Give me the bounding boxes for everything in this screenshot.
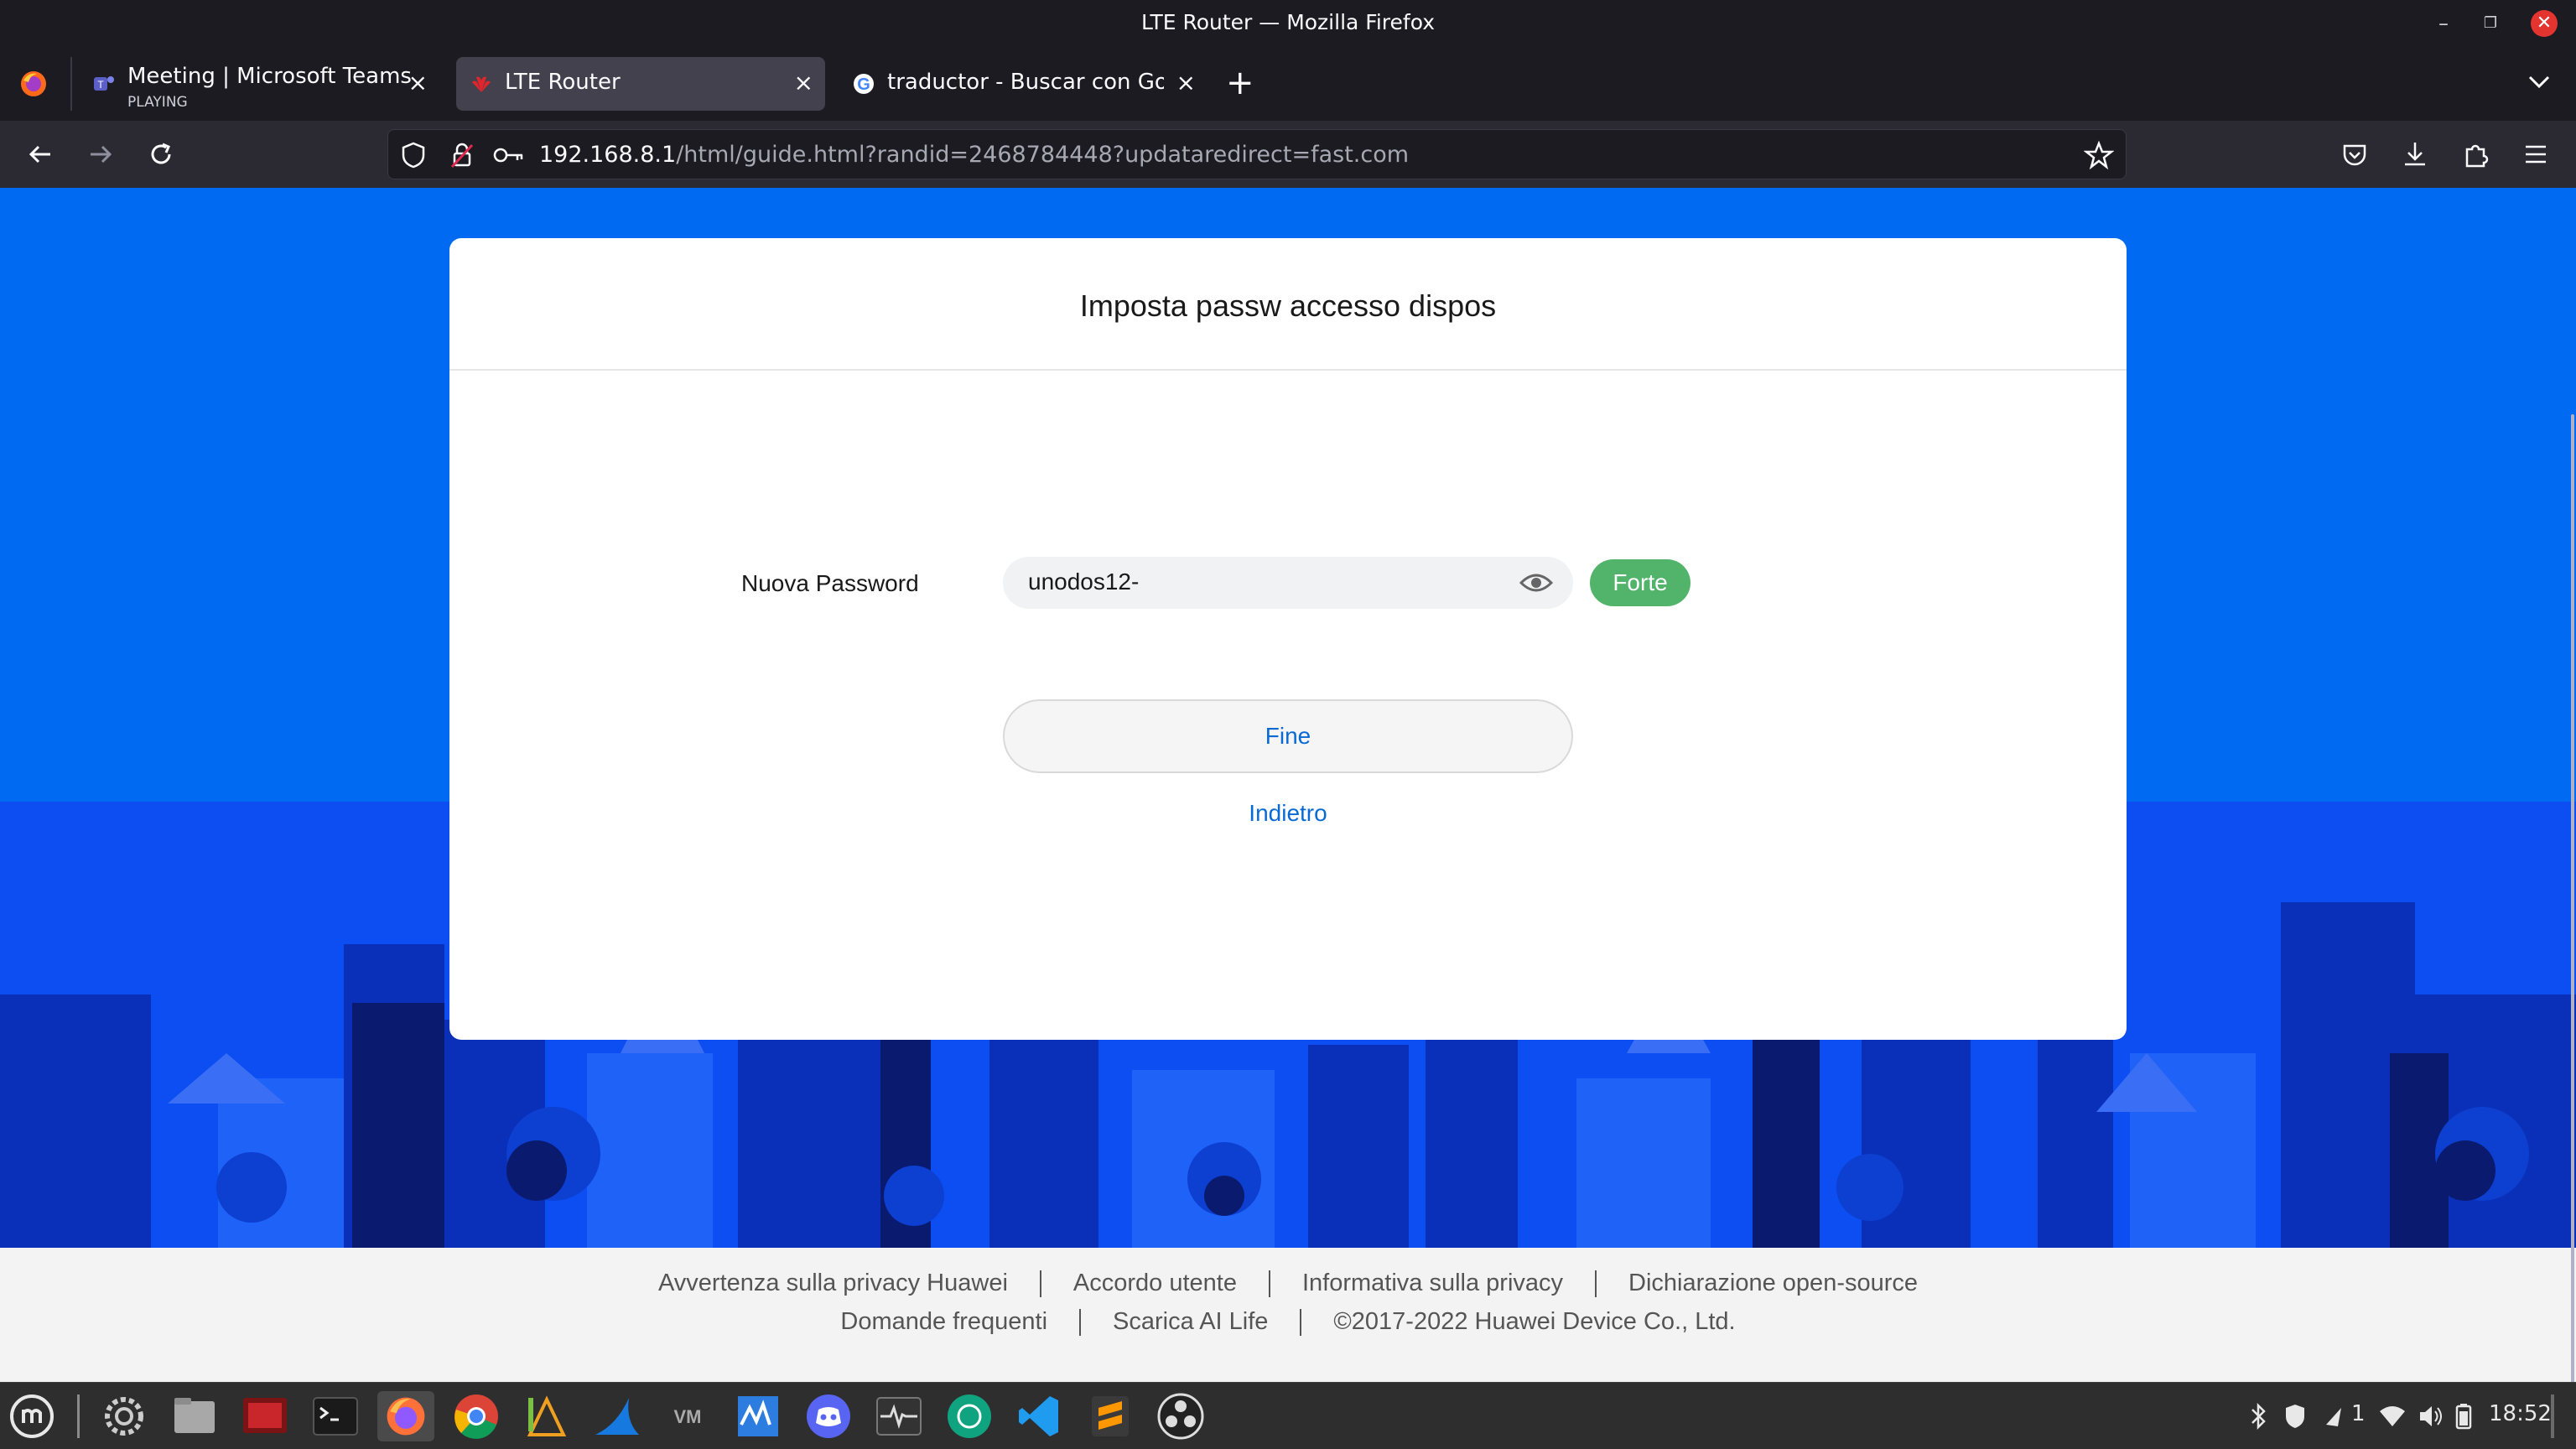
maximize-button[interactable]: ❐ bbox=[2477, 10, 2504, 37]
svg-text:G: G bbox=[857, 75, 870, 94]
system-taskbar: VM 1 18:52 bbox=[0, 1382, 2576, 1449]
monitor-chart-icon[interactable] bbox=[733, 1391, 783, 1441]
obs-studio-icon[interactable] bbox=[1156, 1391, 1206, 1441]
tab-label: traductor - Buscar con Goog bbox=[887, 70, 1164, 95]
footer-link-faq[interactable]: Domande frequenti bbox=[840, 1308, 1047, 1335]
menu-icon[interactable] bbox=[2519, 138, 2553, 171]
google-icon: G bbox=[854, 74, 874, 94]
mint-menu-icon[interactable] bbox=[7, 1391, 57, 1441]
page-viewport: Avvertenza sulla privacy Huawei Accordo u… bbox=[0, 188, 2576, 1382]
page-footer: Avvertenza sulla privacy Huawei Accordo u… bbox=[0, 1248, 2576, 1382]
shield-icon[interactable] bbox=[398, 140, 428, 170]
vm-app-icon[interactable]: VM bbox=[662, 1391, 713, 1441]
security-shield-icon[interactable] bbox=[2283, 1401, 2308, 1431]
minimize-button[interactable]: – bbox=[2430, 10, 2457, 37]
vscode-icon[interactable] bbox=[1015, 1391, 1065, 1441]
window-title: LTE Router — Mozilla Firefox bbox=[1140, 10, 1436, 34]
firefox-view-icon[interactable] bbox=[18, 69, 49, 99]
new-tab-button[interactable]: + bbox=[1226, 64, 1254, 102]
eye-icon[interactable] bbox=[1519, 570, 1553, 595]
password-setup-card: Imposta passw accesso dispos Nuova Passw… bbox=[449, 238, 2127, 1040]
finish-button[interactable]: Fine bbox=[1003, 699, 1573, 773]
close-tab-icon[interactable]: × bbox=[408, 69, 428, 96]
svg-text:T: T bbox=[97, 79, 104, 91]
footer-link-privacy-policy[interactable]: Informativa sulla privacy bbox=[1302, 1270, 1563, 1296]
firefox-icon bbox=[387, 1397, 425, 1436]
card-title: Imposta passw accesso dispos bbox=[1079, 288, 1497, 323]
download-icon[interactable] bbox=[2398, 138, 2432, 171]
wifi-icon[interactable] bbox=[2378, 1401, 2407, 1431]
chatgpt-icon[interactable] bbox=[944, 1391, 995, 1441]
tab-google[interactable]: G traductor - Buscar con Goog × bbox=[839, 57, 1199, 111]
footer-separator bbox=[1079, 1309, 1082, 1337]
url-host: 192.168.8.1 bbox=[539, 142, 677, 168]
extensions-icon[interactable] bbox=[2459, 138, 2492, 171]
page-scrollbar[interactable] bbox=[2568, 188, 2576, 1382]
files-folder-icon[interactable] bbox=[169, 1391, 220, 1441]
chrome-icon[interactable] bbox=[451, 1391, 501, 1441]
tab-bar: T Meeting | Microsoft Teams PLAYING × LT… bbox=[0, 47, 2576, 121]
volume-icon[interactable] bbox=[2417, 1401, 2445, 1431]
url-bar[interactable]: 192.168.8.1/html/guide.html?randid=24687… bbox=[387, 129, 2127, 179]
footer-link-ai-life[interactable]: Scarica AI Life bbox=[1113, 1308, 1268, 1335]
footer-separator bbox=[1039, 1270, 1041, 1298]
star-icon[interactable] bbox=[2084, 140, 2114, 170]
tab-lte-router[interactable]: LTE Router × bbox=[456, 57, 825, 111]
notification-icon[interactable] bbox=[2321, 1401, 2346, 1431]
footer-links-row2: Domande frequenti Scarica AI Life ©2017-20… bbox=[0, 1308, 2576, 1337]
new-password-input[interactable]: unodos12- bbox=[1003, 557, 1573, 609]
card-divider bbox=[449, 369, 2127, 371]
terminal-icon[interactable] bbox=[310, 1391, 361, 1441]
workspace-count: 1 bbox=[2351, 1401, 2366, 1426]
insecure-lock-icon[interactable] bbox=[447, 140, 477, 170]
scrollbar-thumb[interactable] bbox=[2571, 414, 2574, 1382]
list-tabs-icon[interactable] bbox=[2527, 74, 2551, 91]
key-icon[interactable] bbox=[492, 140, 526, 170]
back-icon[interactable] bbox=[23, 138, 57, 171]
wireshark-icon[interactable] bbox=[592, 1391, 642, 1441]
url-text[interactable]: 192.168.8.1/html/guide.html?randid=24687… bbox=[539, 142, 1409, 168]
tab-label: Meeting | Microsoft Teams bbox=[127, 64, 412, 89]
footer-link-user-agreement[interactable]: Accordo utente bbox=[1073, 1270, 1237, 1296]
tab-divider bbox=[70, 57, 72, 111]
taskbar-separator bbox=[77, 1394, 80, 1438]
teams-icon: T bbox=[94, 76, 114, 91]
system-monitor-app-icon[interactable] bbox=[240, 1391, 290, 1441]
bluetooth-icon[interactable] bbox=[2246, 1401, 2271, 1431]
footer-link-privacy-notice[interactable]: Avvertenza sulla privacy Huawei bbox=[658, 1270, 1008, 1296]
drawing-app-icon[interactable] bbox=[522, 1391, 572, 1441]
battery-icon[interactable] bbox=[2454, 1401, 2474, 1431]
activity-monitor-icon[interactable] bbox=[874, 1391, 924, 1441]
navigation-toolbar: 192.168.8.1/html/guide.html?randid=24687… bbox=[0, 121, 2576, 188]
pocket-icon[interactable] bbox=[2338, 138, 2371, 171]
sublime-text-icon[interactable] bbox=[1085, 1391, 1135, 1441]
password-value: unodos12- bbox=[1028, 569, 1140, 595]
footer-copyright: ©2017-2022 Huawei Device Co., Ltd. bbox=[1333, 1308, 1736, 1335]
forward-icon[interactable] bbox=[84, 138, 117, 171]
back-link[interactable]: Indietro bbox=[449, 800, 2127, 827]
clock[interactable]: 18:52 bbox=[2489, 1401, 2552, 1431]
footer-separator bbox=[1268, 1270, 1270, 1298]
tab-label: LTE Router bbox=[505, 70, 621, 95]
url-path: /html/guide.html?randid=2468784448?updat… bbox=[676, 142, 1410, 168]
close-window-button[interactable]: ✕ bbox=[2531, 10, 2558, 37]
tab-teams[interactable]: T Meeting | Microsoft Teams PLAYING × bbox=[79, 57, 439, 111]
settings-gear-icon[interactable] bbox=[99, 1391, 149, 1441]
password-label: Nuova Password bbox=[741, 570, 919, 596]
footer-links-row1: Avvertenza sulla privacy Huawei Accordo u… bbox=[0, 1270, 2576, 1298]
close-tab-icon[interactable]: × bbox=[1176, 69, 1196, 96]
show-desktop-button[interactable] bbox=[2551, 1394, 2554, 1438]
discord-icon[interactable] bbox=[803, 1391, 854, 1441]
taskbar-firefox[interactable] bbox=[377, 1391, 434, 1441]
reload-icon[interactable] bbox=[144, 138, 178, 171]
close-tab-icon[interactable]: × bbox=[794, 69, 813, 96]
password-strength-badge: Forte bbox=[1590, 559, 1690, 606]
footer-separator bbox=[1595, 1270, 1597, 1298]
footer-link-open-source[interactable]: Dichiarazione open-source bbox=[1628, 1270, 1918, 1296]
window-titlebar: LTE Router — Mozilla Firefox – ❐ ✕ bbox=[0, 0, 2576, 47]
tab-playing-label: PLAYING bbox=[127, 94, 188, 111]
huawei-icon bbox=[472, 76, 491, 92]
svg-text:VM: VM bbox=[674, 1406, 702, 1427]
footer-separator bbox=[1300, 1309, 1302, 1337]
